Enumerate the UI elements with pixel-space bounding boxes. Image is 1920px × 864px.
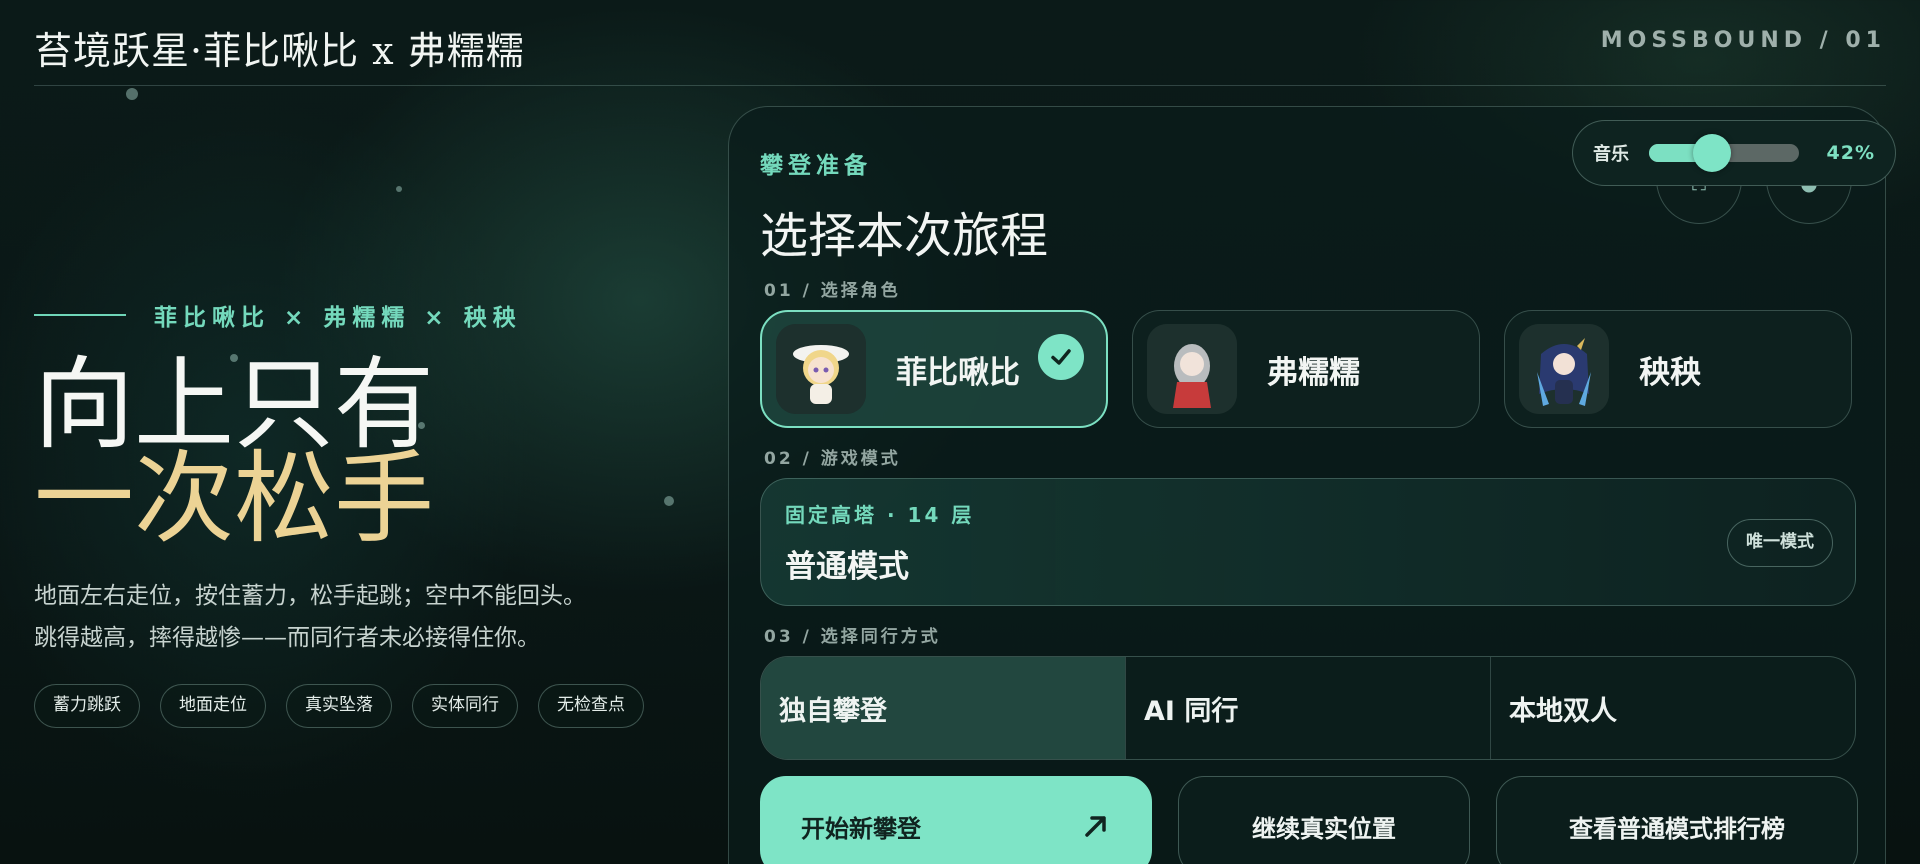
background-particle bbox=[126, 88, 138, 100]
avatar bbox=[1147, 324, 1237, 414]
music-label: 音乐 bbox=[1593, 144, 1629, 165]
feature-tag: 实体同行 bbox=[412, 684, 518, 728]
check-icon bbox=[1038, 334, 1084, 380]
music-value: 42% bbox=[1826, 142, 1875, 164]
feature-tag: 真实坠落 bbox=[286, 684, 392, 728]
company-option-solo[interactable]: 独自攀登 bbox=[761, 657, 1125, 759]
feature-tag: 蓄力跳跃 bbox=[34, 684, 140, 728]
avatar bbox=[1519, 324, 1609, 414]
character-select: 菲比啾比 弗糯糯 秧秧 bbox=[760, 310, 1852, 428]
avatar bbox=[776, 324, 866, 414]
credits-divider bbox=[34, 314, 126, 316]
leaderboard-button[interactable]: 查看普通模式排行榜 bbox=[1496, 776, 1858, 864]
company-option-local-duo[interactable]: 本地双人 bbox=[1490, 657, 1855, 759]
feature-tag: 地面走位 bbox=[160, 684, 266, 728]
company-option-ai[interactable]: AI 同行 bbox=[1125, 657, 1490, 759]
game-mode-card[interactable]: 固定高塔 · 14 层 普通模式 唯一模式 bbox=[760, 478, 1856, 606]
credits-text: 菲比啾比 × 弗糯糯 × 秧秧 bbox=[154, 305, 522, 331]
step-label-character: 01 / 选择角色 bbox=[764, 281, 901, 301]
character-name: 弗糯糯 bbox=[1267, 354, 1360, 391]
start-climb-label: 开始新攀登 bbox=[801, 814, 921, 843]
panel-title: 选择本次旅程 bbox=[760, 208, 1049, 264]
continue-button[interactable]: 继续真实位置 bbox=[1178, 776, 1470, 864]
site-title: 苔境跃星·菲比啾比 x 弗糯糯 bbox=[34, 29, 525, 73]
feature-tag: 无检查点 bbox=[538, 684, 644, 728]
music-volume-slider[interactable] bbox=[1649, 134, 1799, 172]
mode-name: 普通模式 bbox=[785, 549, 909, 585]
mode-meta: 固定高塔 · 14 层 bbox=[785, 503, 975, 527]
music-control: 音乐 42% bbox=[1572, 120, 1896, 186]
headline-line-2: 一次松手 bbox=[34, 440, 434, 557]
step-label-company: 03 / 选择同行方式 bbox=[764, 627, 941, 647]
character-card-yangyang[interactable]: 秧秧 bbox=[1504, 310, 1852, 428]
mode-badge: 唯一模式 bbox=[1727, 519, 1833, 567]
background-particle bbox=[396, 186, 402, 192]
hero-credits: 菲比啾比 × 弗糯糯 × 秧秧 bbox=[34, 298, 522, 332]
character-name: 菲比啾比 bbox=[896, 354, 1020, 391]
headline-line-1: 向上只有 bbox=[34, 346, 434, 463]
music-slider-knob[interactable] bbox=[1693, 134, 1731, 172]
step-label-mode: 02 / 游戏模式 bbox=[764, 449, 901, 469]
description-line-2: 跳得越高，摔得越惨——而同行者未必接得住你。 bbox=[34, 625, 540, 651]
company-select: 独自攀登 AI 同行 本地双人 bbox=[760, 656, 1856, 760]
panel-eyebrow: 攀登准备 bbox=[760, 153, 872, 179]
character-card-phoebe[interactable]: 菲比啾比 bbox=[760, 310, 1108, 428]
top-bar: 苔境跃星·菲比啾比 x 弗糯糯 MOSSBOUND / 01 bbox=[34, 0, 1886, 86]
level-code: MOSSBOUND / 01 bbox=[1600, 28, 1886, 53]
description-line-1: 地面左右走位，按住蓄力，松手起跳；空中不能回头。 bbox=[34, 583, 586, 609]
arrow-up-right-icon bbox=[1085, 816, 1106, 837]
feature-tags: 蓄力跳跃 地面走位 真实坠落 实体同行 无检查点 bbox=[34, 684, 644, 728]
character-card-brant[interactable]: 弗糯糯 bbox=[1132, 310, 1480, 428]
action-buttons: 开始新攀登 继续真实位置 查看普通模式排行榜 bbox=[760, 776, 1858, 864]
start-climb-button[interactable]: 开始新攀登 bbox=[760, 776, 1152, 864]
hero-description: 地面左右走位，按住蓄力，松手起跳；空中不能回头。 跳得越高，摔得越惨——而同行者… bbox=[34, 575, 586, 659]
background-particle bbox=[664, 496, 674, 506]
hero-headline: 向上只有 一次松手 bbox=[34, 346, 434, 557]
character-name: 秧秧 bbox=[1639, 354, 1701, 391]
